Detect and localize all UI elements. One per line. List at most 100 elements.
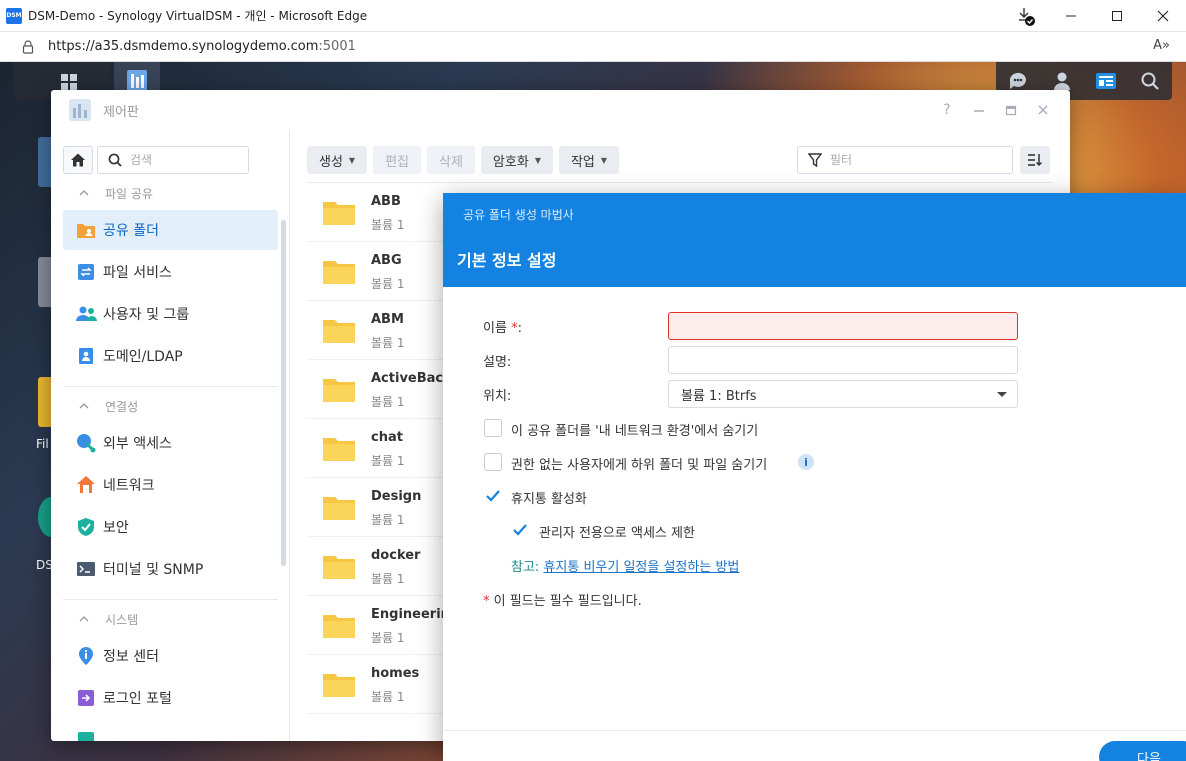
create-button[interactable]: 생성 ▼ <box>307 146 368 174</box>
info-icon[interactable]: i <box>798 454 814 470</box>
close-window-button[interactable] <box>1140 0 1186 32</box>
folder-icon <box>323 320 355 343</box>
maximize-window-button[interactable] <box>1094 0 1140 32</box>
user-icon[interactable] <box>1051 70 1073 92</box>
location-select[interactable]: 볼륨 1: Btrfs <box>668 380 1018 408</box>
maximize-button[interactable] <box>1001 100 1021 120</box>
control-panel-app-icon <box>69 99 91 121</box>
home-icon <box>71 153 85 167</box>
description-input[interactable] <box>669 347 1017 373</box>
address-bar[interactable]: https://a35.dsmdemo.synologydemo.com:500… <box>0 32 1186 62</box>
location-label: 위치: <box>483 389 512 404</box>
location-value: 볼륨 1: Btrfs <box>681 388 757 404</box>
edit-button[interactable]: 편집 <box>373 146 421 174</box>
recycle-schedule-link[interactable]: 휴지통 비우기 일정을 설정하는 방법 <box>543 560 739 575</box>
external-access-icon <box>75 432 97 454</box>
domain-icon <box>75 345 97 367</box>
encrypt-label: 암호화 <box>492 154 529 170</box>
delete-button[interactable]: 삭제 <box>427 146 475 174</box>
sidebar-item-domain-ldap[interactable]: 도메인/LDAP <box>63 336 278 376</box>
url-port: :5001 <box>318 39 356 54</box>
recycle-note: 참고: 휴지통 비우기 일정을 설정하는 방법 <box>511 556 739 575</box>
security-shield-icon <box>75 516 97 538</box>
recycle-bin-checkbox[interactable] <box>484 487 502 505</box>
name-field[interactable] <box>668 312 1018 340</box>
name-input[interactable] <box>669 313 1017 339</box>
section-label: 연결성 <box>105 399 139 414</box>
sidebar-item-external-access[interactable]: 외부 액세스 <box>63 423 278 463</box>
sidebar-item-security[interactable]: 보안 <box>63 507 278 547</box>
sidebar-item-partial[interactable] <box>63 720 278 741</box>
name-label: 이름 *: <box>483 317 522 336</box>
caret-down-icon: ▼ <box>348 155 356 165</box>
sidebar-item-label: 사용자 및 그룹 <box>103 307 190 323</box>
section-connectivity[interactable]: 연결성 <box>63 393 278 419</box>
help-button[interactable]: ? <box>937 100 957 120</box>
name-label-text: 이름 <box>483 321 507 336</box>
sidebar-item-network[interactable]: 네트워크 <box>63 465 278 505</box>
sidebar-item-login-portal[interactable]: 로그인 포털 <box>63 678 278 718</box>
url-text[interactable]: https://a35.dsmdemo.synologydemo.com:500… <box>48 39 356 54</box>
sidebar-item-info-center[interactable]: 정보 센터 <box>63 636 278 676</box>
close-icon <box>1157 10 1169 22</box>
search-input[interactable] <box>130 153 240 167</box>
encrypt-button[interactable]: 암호화 ▼ <box>480 146 553 174</box>
search-icon[interactable] <box>1139 70 1161 92</box>
action-button[interactable]: 작업 ▼ <box>558 146 620 174</box>
folder-volume: 볼륨 1 <box>371 631 405 645</box>
read-aloud-icon[interactable]: A» <box>1153 38 1170 53</box>
caret-down-icon: ▼ <box>534 155 541 165</box>
admin-only-checkbox[interactable] <box>511 521 529 539</box>
lock-icon[interactable] <box>22 39 34 54</box>
users-icon <box>75 303 97 325</box>
description-field[interactable] <box>668 346 1018 374</box>
description-label: 설명: <box>483 355 512 370</box>
folder-volume: 볼륨 1 <box>371 690 405 704</box>
chevron-up-icon <box>79 614 95 625</box>
sidebar-item-file-services[interactable]: 파일 서비스 <box>63 252 278 292</box>
terminal-icon <box>75 558 97 580</box>
note-prefix: 참고: <box>511 560 544 575</box>
minimize-button[interactable] <box>969 100 989 120</box>
download-icon[interactable] <box>1018 6 1036 26</box>
widgets-icon[interactable] <box>1095 70 1117 92</box>
filter-input[interactable] <box>830 153 1000 167</box>
hide-network-label: 이 공유 폴더를 '내 네트워크 환경'에서 숨기기 <box>511 424 759 439</box>
control-panel-sidebar: 파일 공유 공유 폴더 파일 서비스 사용자 및 그룹 도메인/LDAP <box>51 130 290 741</box>
sidebar-item-users[interactable]: 사용자 및 그룹 <box>63 294 278 334</box>
search-icon <box>108 153 122 167</box>
home-button[interactable] <box>63 146 93 174</box>
sidebar-item-label: 외부 액세스 <box>103 436 172 452</box>
sidebar-scrollbar[interactable] <box>281 220 286 566</box>
sidebar-item-label: 로그인 포털 <box>103 691 172 707</box>
section-file-sharing[interactable]: 파일 공유 <box>63 180 278 206</box>
hide-unauthorized-checkbox[interactable] <box>484 453 502 471</box>
next-button[interactable]: 다음 <box>1099 741 1186 761</box>
required-field-note: * 이 필드는 필수 필드입니다. <box>483 590 642 609</box>
window-title: DSM-Demo - Synology VirtualDSM - 개인 - Mi… <box>28 9 368 23</box>
minimize-window-button[interactable] <box>1048 0 1094 32</box>
sort-button[interactable] <box>1020 146 1050 174</box>
folder-volume: 볼륨 1 <box>371 572 405 586</box>
close-button[interactable] <box>1033 100 1053 120</box>
filter-box[interactable] <box>797 146 1013 174</box>
dropdown-arrow-icon <box>997 392 1007 397</box>
chat-icon[interactable] <box>1007 70 1029 92</box>
folder-volume: 볼륨 1 <box>371 218 405 232</box>
folder-volume: 볼륨 1 <box>371 277 405 291</box>
sidebar-item-label: 정보 센터 <box>103 649 159 665</box>
folder-name: homes <box>371 666 420 681</box>
filter-icon <box>808 153 822 167</box>
section-system[interactable]: 시스템 <box>63 606 278 632</box>
sidebar-search[interactable] <box>97 146 249 174</box>
checkmark-icon <box>513 524 527 536</box>
name-label-colon: : <box>517 321 522 336</box>
hide-network-checkbox[interactable] <box>484 419 502 437</box>
sidebar-item-terminal-snmp[interactable]: 터미널 및 SNMP <box>63 549 278 589</box>
control-panel-header[interactable]: 제어판 ? <box>51 90 1070 130</box>
caret-down-icon: ▼ <box>600 155 608 165</box>
sidebar-item-shared-folder[interactable]: 공유 폴더 <box>63 210 278 250</box>
sidebar-item-label: 네트워크 <box>103 478 155 494</box>
wizard-header[interactable]: 공유 폴더 생성 마법사 기본 정보 설정 <box>443 193 1186 287</box>
folder-icon <box>323 379 355 402</box>
